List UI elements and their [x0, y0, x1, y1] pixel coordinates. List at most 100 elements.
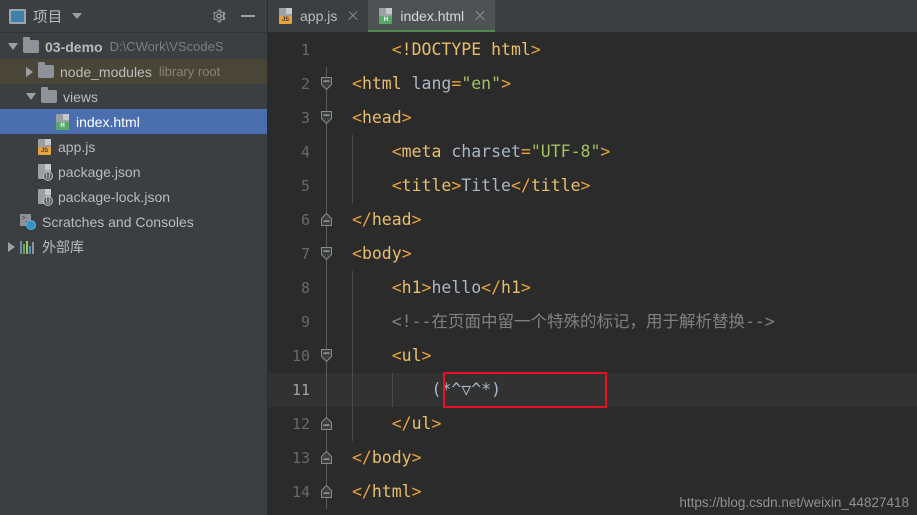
tree-item-label: app.js: [58, 138, 96, 155]
minimize-icon[interactable]: [241, 15, 255, 17]
code-line[interactable]: 11 (*^▽^*): [268, 373, 917, 407]
tree-item-package-lock-json[interactable]: {} package-lock.json: [0, 184, 267, 209]
js-file-icon: JS: [279, 8, 293, 24]
code-token: !DOCTYPE html: [401, 40, 531, 59]
code-line[interactable]: 8 <h1>hello</h1>: [268, 271, 917, 305]
code-line[interactable]: 6 </head>: [268, 203, 917, 237]
code-token: <: [352, 346, 402, 365]
editor-area: JS app.js Hindex.html 1 <!DOCTYPE html> 2 <h…: [268, 0, 917, 515]
fold-rail: [326, 135, 327, 169]
code-line[interactable]: 3 <head>: [268, 101, 917, 135]
code-line[interactable]: 4 <meta charset="UTF-8">: [268, 135, 917, 169]
line-number: 5: [300, 177, 310, 195]
code-token: ul: [411, 414, 432, 433]
code-token: =: [451, 74, 462, 93]
code-token: <: [352, 278, 402, 297]
code-token: >: [600, 142, 611, 161]
code-token: meta: [401, 142, 442, 161]
code-token: head: [361, 108, 402, 127]
twisty-collapsed-icon[interactable]: [26, 66, 33, 77]
code-token: >: [401, 108, 412, 127]
fold-gutter: [316, 135, 338, 169]
code-line[interactable]: 12 </ul>: [268, 407, 917, 441]
code-token: >: [401, 244, 412, 263]
tab-label: index.html: [400, 8, 465, 24]
code-line[interactable]: 1 <!DOCTYPE html>: [268, 33, 917, 67]
close-icon[interactable]: [347, 10, 359, 22]
fold-collapsed-icon[interactable]: [319, 416, 334, 431]
fold-gutter: [316, 305, 338, 339]
fold-gutter: [316, 339, 338, 373]
tree-item-label: 03-demo: [45, 38, 103, 55]
line-number: 4: [300, 143, 310, 161]
tree-item-sublabel: D:\CWork\VScodeS: [109, 39, 224, 54]
code-line[interactable]: 13 </body>: [268, 441, 917, 475]
code-line[interactable]: 2 <html lang="en">: [268, 67, 917, 101]
code-line-text: <title>Title</title>: [338, 169, 917, 203]
project-panel-title: 项目: [33, 9, 63, 26]
code-token: <: [352, 74, 362, 93]
tab-app-js[interactable]: JS app.js: [268, 0, 368, 32]
tree-item-node-modules[interactable]: node_modules library root: [0, 59, 267, 84]
code-token: <: [352, 244, 362, 263]
tab-label: app.js: [300, 8, 338, 24]
code-line-text: <head>: [338, 101, 917, 135]
watermark-text: https://blog.csdn.net/weixin_44827418: [679, 495, 909, 510]
code-line-text: </head>: [338, 203, 917, 237]
tree-item-sublabel: library root: [158, 64, 221, 79]
code-token: "en": [461, 74, 502, 93]
html-file-icon: H: [379, 8, 393, 24]
code-line[interactable]: 5 <title>Title</title>: [268, 169, 917, 203]
twisty-collapsed-icon[interactable]: [8, 241, 15, 252]
ide-window: 项目 03-demo D:\CWork\VScodeS node_modules li…: [0, 0, 917, 515]
close-icon[interactable]: [474, 10, 486, 22]
fold-expanded-icon[interactable]: [319, 246, 334, 261]
code-token: <: [352, 40, 402, 59]
indent-guide: [352, 339, 353, 373]
tree-item-label: views: [63, 88, 99, 105]
code-token: title: [530, 176, 581, 195]
tree-item-package-json[interactable]: {} package.json: [0, 159, 267, 184]
gear-icon[interactable]: [211, 8, 227, 24]
code-token: html: [361, 74, 402, 93]
code-line[interactable]: 7 <body>: [268, 237, 917, 271]
code-token: ul: [401, 346, 422, 365]
code-line[interactable]: 10 <ul>: [268, 339, 917, 373]
fold-expanded-icon[interactable]: [319, 348, 334, 363]
code-editor[interactable]: 1 <!DOCTYPE html> 2 <html lang="en"> 3 <head…: [268, 33, 917, 515]
code-token: >: [411, 482, 422, 501]
code-token: h1: [401, 278, 422, 297]
code-token: <: [352, 142, 402, 161]
fold-collapsed-icon[interactable]: [319, 484, 334, 499]
code-token: >: [431, 414, 442, 433]
code-token: lang: [411, 74, 452, 93]
code-token: charset: [451, 142, 521, 161]
tree-item-03-demo[interactable]: 03-demo D:\CWork\VScodeS: [0, 34, 267, 59]
twisty-placeholder: [26, 196, 33, 197]
tree-item-app-js[interactable]: JS app.js: [0, 134, 267, 159]
code-line-text: <html lang="en">: [338, 67, 917, 101]
code-line-text: </body>: [338, 441, 917, 475]
fold-expanded-icon[interactable]: [319, 110, 334, 125]
json-file-icon: {}: [38, 188, 53, 206]
fold-expanded-icon[interactable]: [319, 76, 334, 91]
fold-collapsed-icon[interactable]: [319, 450, 334, 465]
window-icon: [9, 8, 26, 24]
twisty-expanded-icon[interactable]: [26, 93, 36, 100]
indent-guide: [352, 135, 353, 169]
tree-item-views[interactable]: views: [0, 84, 267, 109]
twisty-placeholder: [8, 221, 15, 222]
twisty-expanded-icon[interactable]: [8, 43, 18, 50]
fold-collapsed-icon[interactable]: [319, 212, 334, 227]
tab-index-html[interactable]: Hindex.html: [368, 0, 496, 32]
fold-gutter: [316, 407, 338, 441]
tree-item-scratches-and-consoles[interactable]: >_ Scratches and Consoles: [0, 209, 267, 234]
tree-item-index-html[interactable]: Hindex.html: [0, 109, 267, 134]
code-line[interactable]: 9 <!--在页面中留一个特殊的标记，用于解析替换-->: [268, 305, 917, 339]
fold-rail: [326, 373, 327, 407]
chevron-down-icon[interactable]: [71, 13, 82, 19]
code-token: <: [352, 108, 362, 127]
tree-item-[interactable]: 外部库: [0, 234, 267, 259]
line-number: 6: [300, 211, 310, 229]
